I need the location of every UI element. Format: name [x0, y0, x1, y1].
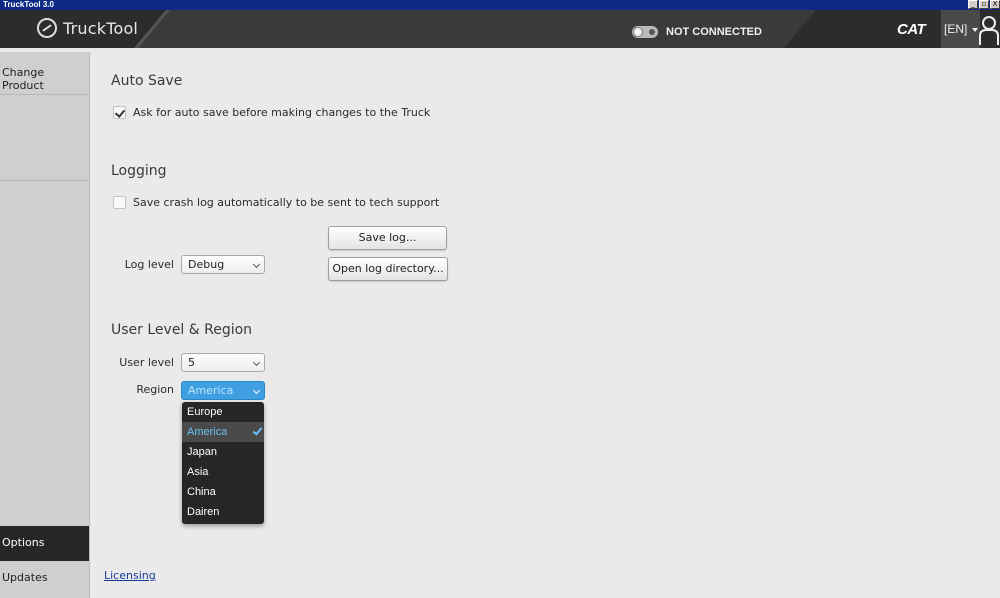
region-select[interactable]: America: [181, 381, 265, 400]
auto-save-checkbox-label: Ask for auto save before making changes …: [133, 106, 431, 119]
region-option-dairen[interactable]: Dairen: [182, 502, 264, 522]
chevron-down-icon: [252, 358, 261, 367]
region-option-label: America: [187, 426, 228, 438]
window-titlebar: TruckTool 3.0 _ ▫ X: [0, 0, 1000, 10]
open-log-directory-button[interactable]: Open log directory...: [328, 257, 448, 281]
auto-save-checkbox[interactable]: [113, 106, 126, 119]
connection-toggle-icon: [632, 26, 658, 38]
sidebar: Change Product Options Updates: [0, 52, 90, 598]
maximize-button[interactable]: ▫: [979, 0, 989, 9]
crash-log-checkbox-row[interactable]: Save crash log automatically to be sent …: [113, 196, 439, 209]
region-option-asia[interactable]: Asia: [182, 462, 264, 482]
sidebar-item-label: Options: [2, 536, 45, 549]
auto-save-checkbox-row[interactable]: Ask for auto save before making changes …: [113, 106, 430, 119]
log-level-value: Debug: [188, 258, 225, 271]
region-dropdown-menu: Europe America Japan Asia China Dairen: [182, 402, 264, 524]
trucktool-logo-icon: [37, 18, 57, 38]
region-option-america[interactable]: America: [182, 422, 264, 442]
user-level-label: User level: [119, 356, 174, 369]
close-button[interactable]: X: [990, 0, 1000, 9]
crash-log-checkbox-label: Save crash log automatically to be sent …: [133, 196, 440, 209]
window-title: TruckTool 3.0: [3, 0, 54, 9]
language-selector[interactable]: [EN]: [941, 10, 980, 48]
region-option-japan[interactable]: Japan: [182, 442, 264, 462]
app-logo: TruckTool: [37, 18, 138, 38]
checkmark-icon: [252, 425, 263, 436]
save-log-button[interactable]: Save log...: [328, 226, 447, 250]
app-name: TruckTool: [63, 18, 139, 38]
user-level-select[interactable]: 5: [181, 353, 265, 372]
app-header: TruckTool NOT CONNECTED CAT [EN]: [0, 10, 1000, 48]
region-option-europe[interactable]: Europe: [182, 402, 264, 422]
log-level-label: Log level: [124, 258, 174, 271]
user-level-value: 5: [188, 356, 195, 369]
licensing-link[interactable]: Licensing: [104, 569, 156, 582]
sidebar-item-label: Change Product: [2, 66, 45, 92]
crash-log-checkbox[interactable]: [113, 196, 126, 209]
user-region-title: User Level & Region: [111, 322, 253, 338]
region-value: America: [188, 384, 234, 397]
log-level-select[interactable]: Debug: [181, 255, 265, 274]
region-label: Region: [136, 383, 174, 396]
logging-title: Logging: [111, 163, 167, 179]
chevron-down-icon: [252, 260, 261, 269]
chevron-down-icon: [252, 386, 261, 395]
minimize-button[interactable]: _: [968, 0, 978, 9]
connection-status: NOT CONNECTED: [632, 26, 762, 38]
sidebar-item-label: Updates: [2, 571, 48, 584]
user-icon[interactable]: [978, 14, 1000, 46]
sidebar-empty-slot: [0, 95, 89, 181]
region-option-china[interactable]: China: [182, 482, 264, 502]
auto-save-title: Auto Save: [111, 73, 183, 89]
brand-logo: CAT: [897, 21, 926, 38]
language-label: [EN]: [944, 22, 968, 36]
sidebar-item-change-product[interactable]: Change Product: [0, 52, 89, 95]
sidebar-item-options[interactable]: Options: [0, 526, 89, 561]
sidebar-item-updates[interactable]: Updates: [0, 561, 89, 598]
connection-status-text: NOT CONNECTED: [666, 26, 762, 38]
